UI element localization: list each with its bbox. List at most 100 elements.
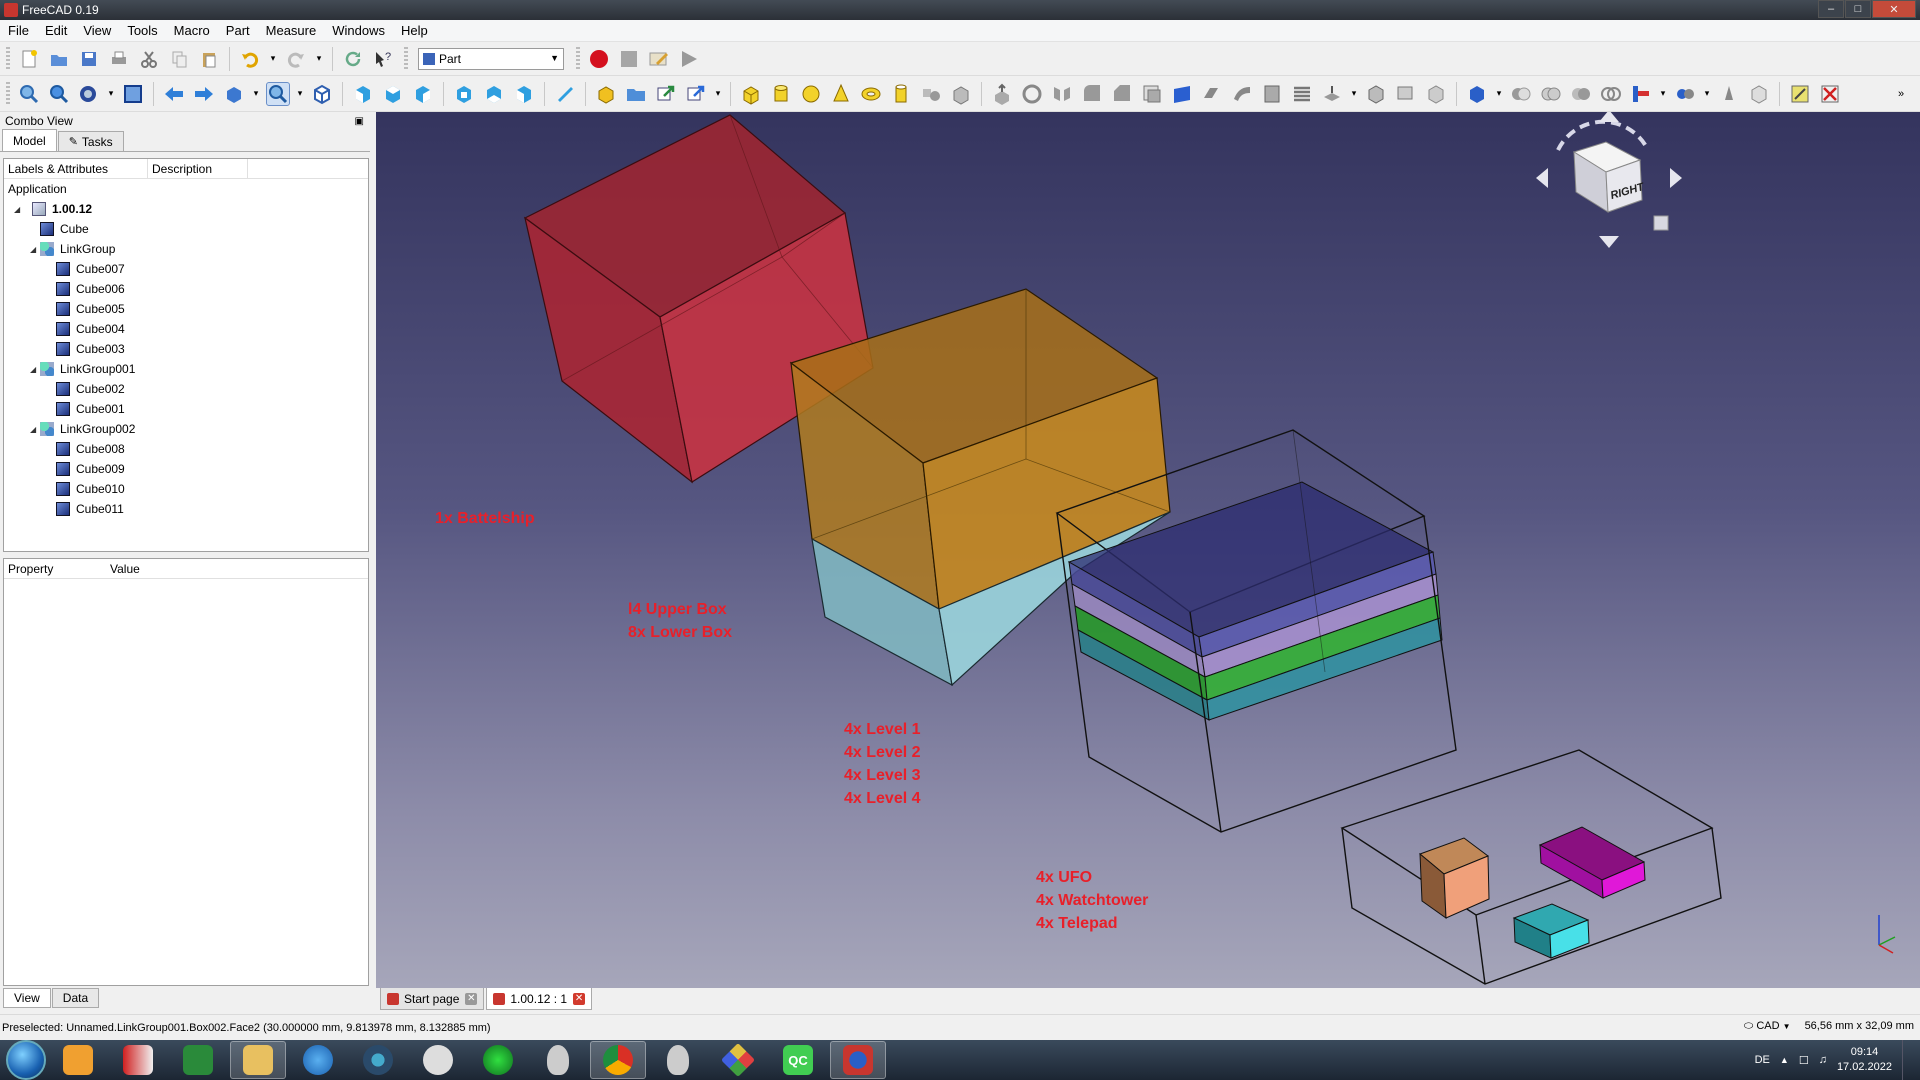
menu-help[interactable]: Help [393, 23, 436, 38]
part-projection-icon[interactable] [1394, 82, 1418, 106]
part-loft-icon[interactable] [1200, 82, 1224, 106]
toolbar-grip[interactable] [404, 46, 408, 71]
tab-data[interactable]: Data [51, 988, 100, 1008]
paste-icon[interactable] [197, 47, 221, 71]
part-revolve-icon[interactable] [1020, 82, 1044, 106]
taskbar-notes[interactable] [110, 1041, 166, 1079]
taskbar-green-app[interactable] [470, 1041, 526, 1079]
minimize-button[interactable]: ‒ [1818, 0, 1844, 18]
navcube-arrow-right-icon[interactable] [1670, 168, 1682, 188]
tree-item-row[interactable]: Cube006 [4, 279, 368, 299]
tab-model[interactable]: Model [2, 129, 57, 151]
taskbar-freecad[interactable] [830, 1041, 886, 1079]
taskbar-inkscape[interactable] [410, 1041, 466, 1079]
toolbar-overflow-icon[interactable]: » [1889, 82, 1913, 106]
navcube-arrow-up-icon[interactable] [1599, 112, 1619, 122]
view-front-icon[interactable] [351, 82, 375, 106]
tree-item-row[interactable]: Cube009 [4, 459, 368, 479]
measure-distance-icon[interactable] [553, 82, 577, 106]
std-views-icon[interactable] [222, 82, 246, 106]
view-right-icon[interactable] [411, 82, 435, 106]
undo-icon[interactable] [238, 47, 262, 71]
draw-style-dropdown-icon[interactable]: ▾ [107, 82, 115, 106]
tab-view[interactable]: View [3, 988, 51, 1008]
input-language[interactable]: DE [1755, 1054, 1770, 1066]
view-left-icon[interactable] [512, 82, 536, 106]
std-views-dropdown-icon[interactable]: ▾ [252, 82, 260, 106]
part-primitives-icon[interactable] [919, 82, 943, 106]
undo-dropdown-icon[interactable]: ▾ [268, 47, 278, 71]
back-arrow-icon[interactable] [162, 82, 186, 106]
property-column-value[interactable]: Value [106, 559, 206, 578]
tree-item-row[interactable]: Cube005 [4, 299, 368, 319]
measure-linear-icon[interactable] [1788, 82, 1812, 106]
tree-group-row[interactable]: ◢ LinkGroup [4, 239, 368, 259]
tree-column-labels[interactable]: Labels & Attributes [4, 159, 148, 178]
make-link-icon[interactable] [654, 82, 678, 106]
tree-item-row[interactable]: Cube010 [4, 479, 368, 499]
part-mirror-icon[interactable] [1050, 82, 1074, 106]
expand-arrow-icon[interactable]: ◢ [30, 425, 40, 434]
bounding-box-icon[interactable] [121, 82, 145, 106]
view-rear-icon[interactable] [452, 82, 476, 106]
menu-tools[interactable]: Tools [119, 23, 165, 38]
navcube-menu-icon[interactable] [1653, 215, 1669, 231]
tree-column-description[interactable]: Description [148, 159, 248, 178]
menu-part[interactable]: Part [218, 23, 258, 38]
tree-item-row[interactable]: Cube008 [4, 439, 368, 459]
menu-file[interactable]: File [0, 23, 37, 38]
part-fillet-icon[interactable] [1080, 82, 1104, 106]
model-tree[interactable]: Labels & Attributes Description Applicat… [3, 158, 369, 552]
boolean-dropdown-icon[interactable]: ▾ [1495, 82, 1503, 106]
whats-this-icon[interactable]: ? [371, 47, 395, 71]
tab-document[interactable]: 1.00.12 : 1 ✕ [486, 988, 593, 1010]
menu-windows[interactable]: Windows [324, 23, 393, 38]
tree-group-row[interactable]: ◢ LinkGroup001 [4, 359, 368, 379]
link-actions-dropdown-icon[interactable]: ▾ [714, 82, 722, 106]
refresh-icon[interactable] [341, 47, 365, 71]
tray-expand-icon[interactable]: ▲ [1780, 1055, 1789, 1065]
boolean-common-icon[interactable] [1569, 82, 1593, 106]
redo-dropdown-icon[interactable]: ▾ [314, 47, 324, 71]
view-isometric-dropdown-icon[interactable]: ▾ [296, 82, 304, 106]
part-shape-builder-icon[interactable] [949, 82, 973, 106]
network-icon[interactable]: ☐ [1799, 1054, 1809, 1067]
tree-item-row[interactable]: Cube007 [4, 259, 368, 279]
create-part-icon[interactable] [594, 82, 618, 106]
taskbar-alien-1[interactable] [530, 1041, 586, 1079]
draw-style-icon[interactable] [77, 82, 101, 106]
taskbar-alien-2[interactable] [650, 1041, 706, 1079]
3d-viewport[interactable]: RIGHT 1x Battelship l4 Upper Box 8x Lowe… [376, 112, 1920, 988]
part-torus-icon[interactable] [859, 82, 883, 106]
tree-item-row[interactable]: Cube002 [4, 379, 368, 399]
compound-tools-icon[interactable] [1717, 82, 1741, 106]
view-top-icon[interactable] [381, 82, 405, 106]
taskbar-chrome[interactable] [590, 1041, 646, 1079]
part-tube-icon[interactable] [889, 82, 913, 106]
print-icon[interactable] [107, 47, 131, 71]
part-chamfer-icon[interactable] [1110, 82, 1134, 106]
expand-arrow-icon[interactable]: ◢ [14, 205, 24, 214]
navcube-arrow-left-icon[interactable] [1536, 168, 1548, 188]
part-offset-dropdown-icon[interactable]: ▾ [1350, 82, 1358, 106]
split-features-dropdown-icon[interactable]: ▾ [1703, 82, 1711, 106]
tree-document-row[interactable]: ◢ 1.00.12 [4, 199, 368, 219]
close-tab-icon[interactable]: ✕ [465, 992, 478, 1005]
part-check-geometry-icon[interactable] [1424, 82, 1448, 106]
start-button-icon[interactable] [6, 1040, 46, 1080]
toolbar-grip[interactable] [576, 46, 580, 71]
show-desktop-button[interactable] [1902, 1040, 1912, 1080]
copy-icon[interactable] [167, 47, 191, 71]
small-items-box[interactable] [1340, 749, 1722, 985]
part-cylinder-icon[interactable] [769, 82, 793, 106]
tab-tasks[interactable]: ✎ Tasks [57, 131, 124, 151]
part-cross-sections-icon[interactable] [1290, 82, 1314, 106]
part-make-face-icon[interactable] [1140, 82, 1164, 106]
taskbar-browser-ie[interactable] [290, 1041, 346, 1079]
part-box-icon[interactable] [739, 82, 763, 106]
part-cone-icon[interactable] [829, 82, 853, 106]
boolean-section-icon[interactable] [1599, 82, 1623, 106]
taskbar-explorer[interactable] [230, 1041, 286, 1079]
boolean-fuse-icon[interactable] [1539, 82, 1563, 106]
fit-selection-icon[interactable] [47, 82, 71, 106]
